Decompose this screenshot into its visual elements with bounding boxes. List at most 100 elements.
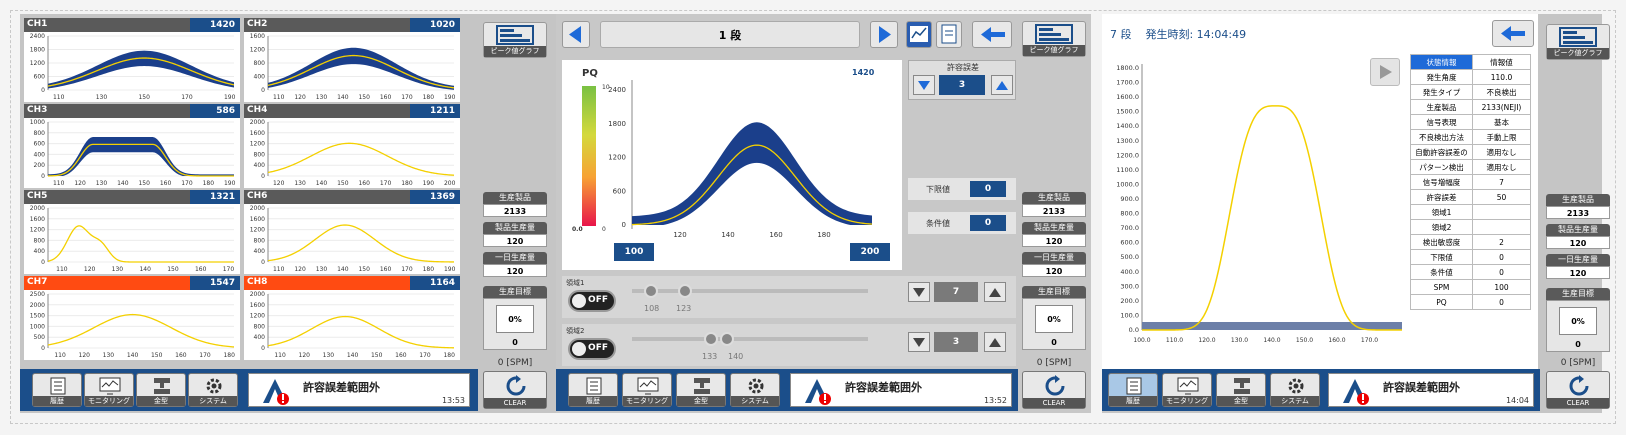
x-tick-label: 110 <box>274 352 286 359</box>
stat-product-title: 生産製品 <box>483 192 547 204</box>
stat-daily: 一日生産量 120 <box>1546 254 1610 280</box>
x-tick-label: 140 <box>721 231 734 239</box>
arrow-up-icon <box>989 288 1001 297</box>
info-key: SPM <box>1410 279 1473 295</box>
info-value: 0 <box>1472 249 1531 265</box>
prev-stage-button[interactable] <box>562 21 590 48</box>
play-button[interactable] <box>1370 58 1400 86</box>
info-row: 信号表現 基本 <box>1410 114 1531 130</box>
region2-toggle[interactable]: OFF <box>568 338 616 360</box>
clear-button[interactable]: CLEAR <box>1022 371 1086 409</box>
arrow-up-icon <box>989 338 1001 347</box>
chart-icon <box>910 26 928 42</box>
region1-toggle-label: OFF <box>588 295 608 305</box>
nav-system-button[interactable]: システム <box>1270 373 1320 407</box>
nav-mold-button[interactable]: 金型 <box>676 373 726 407</box>
x-tick-label: 110.0 <box>1166 337 1183 344</box>
condition-value[interactable]: 0 <box>970 215 1006 231</box>
nav-monitoring-button[interactable]: モニタリング <box>622 373 672 407</box>
clear-button[interactable]: CLEAR <box>483 371 547 409</box>
x-tick-label: 110 <box>56 266 68 273</box>
stat-daily-value: 120 <box>1022 264 1086 277</box>
channel-chart-ch4[interactable]: CH4 1211 2000 1600 1200 800 400 0 120 130 140 150 16… <box>244 104 460 188</box>
peak-graph-icon <box>496 25 534 45</box>
channel-peak-value: 1420 <box>190 18 240 32</box>
region2-down-button[interactable] <box>908 332 930 352</box>
nav-mold-button[interactable]: 金型 <box>1216 373 1266 407</box>
x-tick-label: 120 <box>294 266 306 273</box>
region1-toggle[interactable]: OFF <box>568 290 616 312</box>
stat-product: 生産製品 2133 <box>1546 194 1610 220</box>
x-tick-label: 130 <box>294 180 306 187</box>
region1-up-button[interactable] <box>984 282 1006 302</box>
info-value: 手動上限 <box>1472 129 1531 145</box>
alarm-banner[interactable]: 許容誤差範囲外 14:04 <box>1328 373 1534 407</box>
goal-percent: 0% <box>1035 305 1073 333</box>
back-arrow-icon <box>981 27 1005 42</box>
region1-handle-to[interactable] <box>678 284 692 298</box>
region2-up-button[interactable] <box>984 332 1006 352</box>
channel-header: CH3 586 <box>24 104 240 118</box>
channel-chart-ch1[interactable]: CH1 1420 2400 1800 1200 600 0 110 130 150 170 190 <box>24 18 240 102</box>
range-left-value[interactable]: 100 <box>614 243 654 261</box>
peak-graph-label: ピーク値グラフ <box>1547 48 1609 59</box>
y-tick-label: 0 <box>622 221 626 229</box>
channel-chart-ch7[interactable]: CH7 1547 2500 2000 1500 1000 500 0 110 120 130 140 1… <box>24 276 240 360</box>
region1-slider-track[interactable] <box>632 289 868 293</box>
x-tick-label: 170 <box>223 266 235 273</box>
channel-chart-ch2[interactable]: CH2 1020 1600 1200 800 400 0 110 120 130 140 150 160… <box>244 18 460 102</box>
nav-history-button[interactable]: 履歴 <box>1108 373 1158 407</box>
nav-monitoring-button[interactable]: モニタリング <box>1162 373 1212 407</box>
x-tick-label: 120 <box>273 180 285 187</box>
tolerance-box: 許容誤差 3 <box>908 60 1016 100</box>
tolerance-band <box>48 50 234 89</box>
nav-mold-button[interactable]: 金型 <box>136 373 186 407</box>
info-key: 自動許容誤差の <box>1410 144 1473 160</box>
x-tick-label: 110 <box>53 180 65 187</box>
alarm-banner[interactable]: 許容誤差範囲外 13:52 <box>790 373 1012 407</box>
nav-history-label: 履歴 <box>569 396 617 406</box>
nav-system-label: システム <box>731 396 779 406</box>
alarm-banner[interactable]: 許容誤差範囲外 13:53 <box>248 373 470 407</box>
nav-system-button[interactable]: システム <box>730 373 780 407</box>
channel-chart-ch3[interactable]: CH3 586 1000 800 600 400 200 0 110 120 130 140 150 16… <box>24 104 240 188</box>
range-right-value[interactable]: 200 <box>850 243 890 261</box>
back-button[interactable] <box>972 21 1012 48</box>
peak-graph-button[interactable]: ピーク値グラフ <box>1022 21 1086 57</box>
info-value: 0 <box>1472 294 1531 310</box>
tolerance-up-button[interactable] <box>991 75 1013 95</box>
region2-handle-from[interactable] <box>704 332 718 346</box>
mold-icon <box>154 378 170 394</box>
region1-handle-from[interactable] <box>644 284 658 298</box>
lower-limit-value[interactable]: 0 <box>970 181 1006 197</box>
region2-slider-track[interactable] <box>632 337 868 341</box>
tolerance-down-button[interactable] <box>913 75 935 95</box>
monitor-icon <box>99 377 121 395</box>
nav-monitoring-button[interactable]: モニタリング <box>84 373 134 407</box>
back-button[interactable] <box>1492 20 1534 47</box>
peak-graph-button[interactable]: ピーク値グラフ <box>1546 24 1610 60</box>
region1-from: 108 <box>644 304 660 313</box>
arrow-down-icon <box>913 338 925 347</box>
channel-chart-ch8[interactable]: CH8 1164 2000 1600 1200 800 400 0 110 120 130 140 15… <box>244 276 460 360</box>
y-tick-label: 800 <box>254 60 266 67</box>
document-view-button[interactable] <box>936 21 962 48</box>
nav-monitoring-label: モニタリング <box>85 396 133 406</box>
pq-gradient-bar <box>582 86 596 226</box>
nav-history-button[interactable]: 履歴 <box>568 373 618 407</box>
channel-chart-ch6[interactable]: CH6 1369 2000 1600 1200 800 400 0 110 120 130 140 15… <box>244 190 460 274</box>
chart-view-button[interactable] <box>906 21 932 48</box>
nav-system-button[interactable]: システム <box>188 373 238 407</box>
channel-chart-ch5[interactable]: CH5 1321 2000 1600 1200 800 400 0 110 120 130 140 15… <box>24 190 240 274</box>
info-row: 自動許容誤差の 適用なし <box>1410 144 1531 160</box>
peak-graph-button[interactable]: ピーク値グラフ <box>483 22 547 58</box>
y-tick-label: 1000 <box>30 119 45 126</box>
nav-history-button[interactable]: 履歴 <box>32 373 82 407</box>
next-stage-button[interactable] <box>870 21 898 48</box>
clear-button[interactable]: CLEAR <box>1546 371 1610 409</box>
history-icon <box>586 377 602 395</box>
region2-handle-to[interactable] <box>720 332 734 346</box>
region1-down-button[interactable] <box>908 282 930 302</box>
x-tick-label: 160 <box>395 352 407 359</box>
x-tick-label: 120.0 <box>1198 337 1215 344</box>
